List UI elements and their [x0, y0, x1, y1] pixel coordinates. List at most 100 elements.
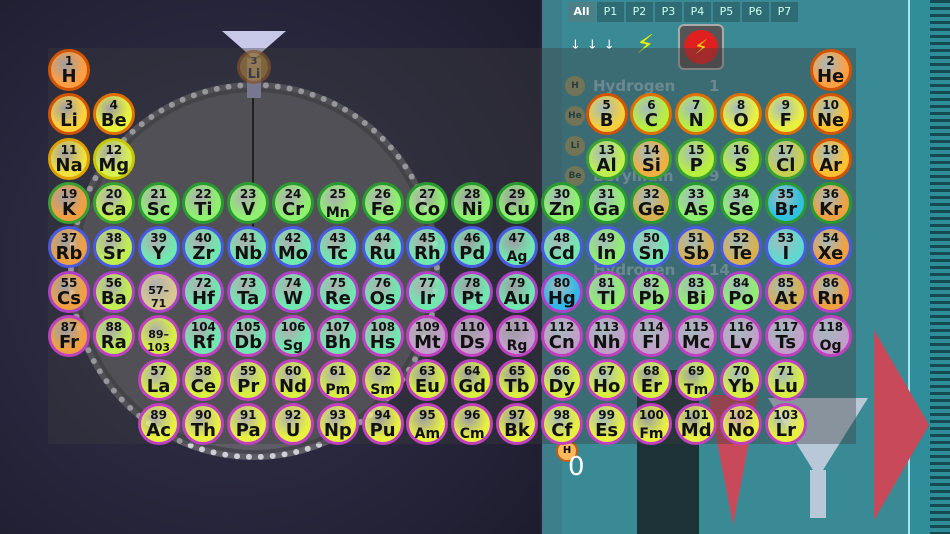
element-button[interactable]: 25 Mn — [316, 181, 359, 224]
element-button[interactable]: 92 U — [272, 403, 314, 446]
element-button[interactable]: 111 Rg — [496, 314, 538, 357]
element-button[interactable]: 36 Kr — [809, 181, 852, 224]
tab-p7[interactable]: P7 — [771, 2, 798, 22]
element-button[interactable]: 85 At — [764, 270, 807, 313]
element-button[interactable]: 75 Re — [316, 270, 359, 313]
element-button[interactable]: 113 Nh — [585, 314, 628, 357]
element-button[interactable]: 2 He — [809, 49, 852, 91]
element-button[interactable]: 12 Mg — [92, 137, 135, 180]
element-button[interactable]: 99 Es — [585, 403, 628, 446]
element-button[interactable]: 90 Th — [182, 403, 225, 446]
element-button[interactable]: 63 Eu — [406, 359, 449, 402]
tab-p4[interactable]: P4 — [684, 2, 711, 22]
element-button[interactable]: 108 Hs — [361, 314, 404, 357]
element-button[interactable]: 32 Ge — [630, 181, 673, 224]
element-button[interactable]: 89–103 — [137, 314, 180, 357]
element-button[interactable]: 39 Y — [137, 226, 180, 269]
tab-p3[interactable]: P3 — [655, 2, 682, 22]
element-button[interactable]: 28 Ni — [451, 181, 494, 224]
element-button[interactable]: 5B — [585, 93, 628, 136]
element-button[interactable]: 16 S — [720, 137, 762, 180]
element-button[interactable]: 100 Fm — [630, 403, 673, 446]
element-button[interactable]: 53 I — [764, 226, 807, 269]
element-button[interactable]: 87 Fr — [48, 314, 90, 357]
element-button[interactable]: 8O — [720, 93, 762, 136]
element-button[interactable]: 91 Pa — [227, 403, 270, 446]
element-button[interactable]: 69 Tm — [675, 359, 718, 402]
element-button[interactable]: 14 Si — [630, 137, 673, 180]
element-button[interactable]: 79 Au — [496, 270, 538, 313]
element-button[interactable]: 80 Hg — [540, 270, 583, 313]
element-button[interactable]: 15 P — [675, 137, 718, 180]
element-button[interactable]: 46 Pd — [451, 226, 494, 269]
element-button[interactable]: 45 Rh — [406, 226, 449, 269]
element-button[interactable]: 23 V — [227, 181, 270, 224]
element-button[interactable]: 26 Fe — [361, 181, 404, 224]
element-button[interactable]: 27 Co — [406, 181, 449, 224]
element-button[interactable]: 62 Sm — [361, 359, 404, 402]
element-button[interactable]: 55 Cs — [48, 270, 90, 313]
element-button[interactable]: 47 Ag — [496, 226, 538, 269]
element-button[interactable]: 40 Zr — [182, 226, 225, 269]
element-button[interactable]: 101 Md — [675, 403, 718, 446]
tab-p1[interactable]: P1 — [597, 2, 624, 22]
element-button[interactable]: 21 Sc — [137, 181, 180, 224]
element-button[interactable]: 93 Np — [316, 403, 359, 446]
element-button[interactable]: 43 Tc — [316, 226, 359, 269]
element-button[interactable]: 115 Mc — [675, 314, 718, 357]
element-button[interactable]: 7N — [675, 93, 718, 136]
element-button[interactable]: 68 Er — [630, 359, 673, 402]
element-button[interactable]: 54 Xe — [809, 226, 852, 269]
element-button[interactable]: 98 Cf — [540, 403, 583, 446]
element-button[interactable]: 1H — [48, 49, 90, 91]
element-button[interactable]: 6C — [630, 93, 673, 136]
element-button[interactable]: 17 Cl — [764, 137, 807, 180]
element-button[interactable]: 4 Be — [92, 93, 135, 136]
element-button[interactable]: 52 Te — [720, 226, 762, 269]
element-button[interactable]: 78 Pt — [451, 270, 494, 313]
element-button[interactable]: 22 Ti — [182, 181, 225, 224]
element-button[interactable]: 37 Rb — [48, 226, 90, 269]
element-button[interactable]: 89 Ac — [137, 403, 180, 446]
element-button[interactable]: 30 Zn — [540, 181, 583, 224]
element-button[interactable]: 57 La — [137, 359, 180, 402]
element-button[interactable]: 77 Ir — [406, 270, 449, 313]
element-button[interactable]: 64 Gd — [451, 359, 494, 402]
element-button[interactable]: 70 Yb — [720, 359, 762, 402]
element-button[interactable]: 34 Se — [720, 181, 762, 224]
element-button[interactable]: 60 Nd — [272, 359, 314, 402]
element-button[interactable]: 42 Mo — [272, 226, 314, 269]
element-button[interactable]: 117 Ts — [764, 314, 807, 357]
element-button[interactable]: 33 As — [675, 181, 718, 224]
element-button[interactable]: 82 Pb — [630, 270, 673, 313]
element-button[interactable]: 84 Po — [720, 270, 762, 313]
element-button[interactable]: 48 Cd — [540, 226, 583, 269]
element-button[interactable]: 74 W — [272, 270, 314, 313]
element-button[interactable]: 81 Tl — [585, 270, 628, 313]
element-button[interactable]: 88 Ra — [92, 314, 135, 357]
element-button[interactable]: 103 Lr — [764, 403, 807, 446]
element-button[interactable]: 102 No — [720, 403, 762, 446]
element-button[interactable]: 59 Pr — [227, 359, 270, 402]
element-button[interactable]: 11 Na — [48, 137, 90, 180]
element-button[interactable]: 57–71 — [137, 270, 180, 313]
tab-p5[interactable]: P5 — [713, 2, 740, 22]
element-button[interactable]: 107 Bh — [316, 314, 359, 357]
element-button[interactable]: 10 Ne — [809, 93, 852, 136]
element-button[interactable]: 97 Bk — [496, 403, 538, 446]
element-button[interactable]: 67 Ho — [585, 359, 628, 402]
element-button[interactable]: 13 Al — [585, 137, 628, 180]
element-button[interactable]: 86 Rn — [809, 270, 852, 313]
element-button[interactable]: 38 Sr — [92, 226, 135, 269]
element-button[interactable]: 118 Og — [809, 314, 852, 357]
element-button[interactable]: 109 Mt — [406, 314, 449, 357]
element-button[interactable]: 58 Ce — [182, 359, 225, 402]
element-button[interactable]: 83 Bi — [675, 270, 718, 313]
element-button[interactable]: 94 Pu — [361, 403, 404, 446]
element-button[interactable]: 76 Os — [361, 270, 404, 313]
element-button[interactable]: 51 Sb — [675, 226, 718, 269]
element-button[interactable]: 18 Ar — [809, 137, 852, 180]
element-button[interactable]: 106 Sg — [272, 314, 314, 357]
element-button[interactable]: 73 Ta — [227, 270, 270, 313]
element-button[interactable]: 35 Br — [764, 181, 807, 224]
